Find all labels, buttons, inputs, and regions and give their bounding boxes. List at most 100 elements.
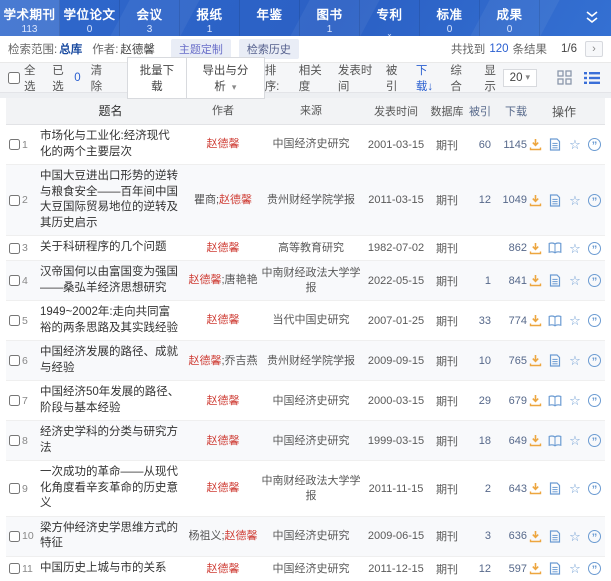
author-link[interactable]: 赵德馨	[188, 274, 221, 286]
category-tab[interactable]: 学位论文 0 ⌄	[60, 0, 120, 36]
sort-option[interactable]: 被引	[386, 62, 404, 94]
citation-quote-icon[interactable]: ”	[588, 314, 601, 327]
cited-count-link[interactable]: 29	[465, 395, 491, 407]
article-title-link[interactable]: 汉帝国何以由富国变为强国——桑弘羊经济思想研究	[40, 265, 187, 296]
article-title-link[interactable]: 市场化与工业化:经济现代化的两个主要层次	[40, 129, 187, 160]
author-link[interactable]: 赵德馨	[207, 482, 240, 494]
category-tab[interactable]: 标准 0 ⌄	[420, 0, 480, 36]
download-icon[interactable]	[528, 193, 542, 207]
citation-quote-icon[interactable]: ”	[588, 394, 601, 407]
cited-count-link[interactable]: 33	[465, 315, 491, 327]
favorite-star-icon[interactable]: ☆	[568, 562, 582, 576]
select-all-control[interactable]: 全选	[8, 62, 42, 94]
article-source-link[interactable]: 中国经济史研究	[259, 529, 363, 543]
favorite-star-icon[interactable]: ☆	[568, 529, 582, 543]
author-link[interactable]: 赵德馨	[207, 563, 240, 575]
book-reading-icon[interactable]	[548, 314, 562, 328]
author-link[interactable]: 赵德馨	[207, 138, 240, 150]
category-tab[interactable]: 会议 3 ⌄	[120, 0, 180, 36]
download-icon[interactable]	[528, 482, 542, 496]
author-link[interactable]: 赵德馨	[207, 395, 240, 407]
download-icon[interactable]	[528, 562, 542, 576]
article-source-link[interactable]: 高等教育研究	[259, 241, 363, 255]
favorite-star-icon[interactable]: ☆	[568, 354, 582, 368]
download-icon[interactable]	[528, 529, 542, 543]
favorite-star-icon[interactable]: ☆	[568, 241, 582, 255]
author-link[interactable]: 赵德馨	[207, 242, 240, 254]
category-tab[interactable]: 专利 ⌄	[360, 0, 420, 36]
html-reading-icon[interactable]	[548, 354, 562, 368]
article-title-link[interactable]: 中国经济50年发展的路径、阶段与基本经验	[40, 385, 187, 416]
row-checkbox[interactable]	[9, 139, 20, 150]
next-page-button[interactable]: ›	[585, 41, 603, 57]
article-source-link[interactable]: 贵州财经学院学报	[259, 193, 363, 207]
article-title-link[interactable]: 一次成功的革命——从现代化角度看辛亥革命的历史意义	[40, 465, 187, 512]
row-checkbox[interactable]	[9, 355, 20, 366]
export-analyze-button[interactable]: 导出与分析 ▾	[187, 57, 265, 99]
article-source-link[interactable]: 中南财经政法大学学报	[259, 474, 363, 503]
download-icon[interactable]	[528, 314, 542, 328]
cited-count-link[interactable]: 60	[465, 139, 491, 151]
html-reading-icon[interactable]	[548, 482, 562, 496]
download-icon[interactable]	[528, 241, 542, 255]
favorite-star-icon[interactable]: ☆	[568, 314, 582, 328]
article-source-link[interactable]: 贵州财经学院学报	[259, 354, 363, 368]
author-link[interactable]: 杨祖义	[188, 530, 221, 542]
author-link[interactable]: 瞿商	[194, 194, 216, 206]
author-link[interactable]: 赵德馨	[207, 314, 240, 326]
cited-count-link[interactable]: 1	[465, 275, 491, 287]
cited-count-link[interactable]: 12	[465, 563, 491, 575]
html-reading-icon[interactable]	[548, 562, 562, 576]
author-link[interactable]: 唐艳艳	[225, 274, 258, 286]
article-source-link[interactable]: 中国经济史研究	[259, 434, 363, 448]
author-link[interactable]: 赵德馨	[225, 530, 258, 542]
page-size-select[interactable]: 20 ▾	[503, 69, 537, 87]
sort-option[interactable]: 综合	[450, 62, 468, 94]
article-title-link[interactable]: 关于科研程序的几个问题	[40, 240, 187, 256]
article-title-link[interactable]: 梁方仲经济史学思维方式的特征	[40, 521, 187, 552]
favorite-star-icon[interactable]: ☆	[568, 274, 582, 288]
favorite-star-icon[interactable]: ☆	[568, 394, 582, 408]
row-checkbox[interactable]	[9, 275, 20, 286]
favorite-star-icon[interactable]: ☆	[568, 138, 582, 152]
html-reading-icon[interactable]	[548, 274, 562, 288]
author-link[interactable]: 赵德馨	[207, 435, 240, 447]
article-source-link[interactable]: 中国经济史研究	[259, 394, 363, 408]
citation-quote-icon[interactable]: ”	[588, 274, 601, 287]
scope-value-link[interactable]: 总库	[59, 41, 82, 57]
article-source-link[interactable]: 当代中国史研究	[259, 313, 363, 327]
citation-quote-icon[interactable]: ”	[588, 434, 601, 447]
row-checkbox[interactable]	[9, 243, 20, 254]
article-title-link[interactable]: 经济史学科的分类与研究方法	[40, 425, 187, 456]
download-icon[interactable]	[528, 138, 542, 152]
favorite-star-icon[interactable]: ☆	[568, 193, 582, 207]
html-reading-icon[interactable]	[548, 138, 562, 152]
select-all-checkbox[interactable]	[8, 72, 20, 84]
cited-count-link[interactable]: 2	[465, 483, 491, 495]
citation-quote-icon[interactable]: ”	[588, 194, 601, 207]
cited-count-link[interactable]: 12	[465, 194, 491, 206]
article-source-link[interactable]: 中国经济史研究	[259, 562, 363, 576]
sort-option[interactable]: 下载↓	[416, 62, 439, 94]
citation-quote-icon[interactable]: ”	[588, 562, 601, 575]
citation-quote-icon[interactable]: ”	[588, 530, 601, 543]
cited-count-link[interactable]: 10	[465, 355, 491, 367]
category-tab[interactable]: 学术期刊 113	[0, 0, 60, 36]
article-title-link[interactable]: 中国经济发展的路径、成就与经验	[40, 345, 187, 376]
expand-categories-button[interactable]	[540, 0, 611, 36]
article-source-link[interactable]: 中国经济史研究	[259, 137, 363, 151]
html-reading-icon[interactable]	[548, 193, 562, 207]
category-tab[interactable]: 成果 0	[480, 0, 540, 36]
citation-quote-icon[interactable]: ”	[588, 482, 601, 495]
favorite-star-icon[interactable]: ☆	[568, 434, 582, 448]
article-title-link[interactable]: 中国历史上城与市的关系	[40, 561, 187, 577]
clear-selection-button[interactable]: 清除	[91, 62, 111, 94]
citation-quote-icon[interactable]: ”	[588, 354, 601, 367]
cited-count-link[interactable]: 3	[465, 530, 491, 542]
article-source-link[interactable]: 中南财经政法大学学报	[259, 266, 363, 295]
favorite-star-icon[interactable]: ☆	[568, 482, 582, 496]
citation-quote-icon[interactable]: ”	[588, 138, 601, 151]
row-checkbox[interactable]	[9, 563, 20, 574]
row-checkbox[interactable]	[9, 195, 20, 206]
download-icon[interactable]	[528, 394, 542, 408]
